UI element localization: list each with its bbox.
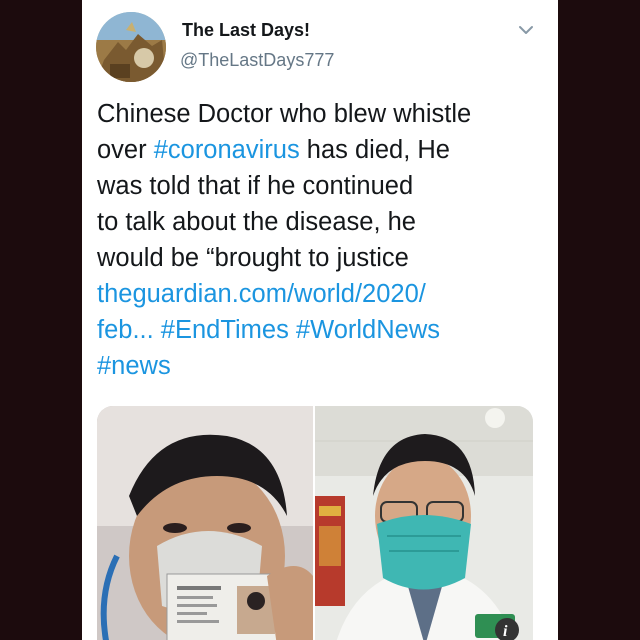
hashtag-link[interactable]: #EndTimes bbox=[161, 316, 289, 344]
photo-doctor-hospital-bed[interactable] bbox=[97, 406, 313, 640]
hashtag-link[interactable]: #news bbox=[97, 352, 171, 380]
tweet-text-line: #news bbox=[97, 348, 547, 384]
tweet-text-line: was told that if he continued bbox=[97, 168, 547, 204]
tweet-text-line: over #coronavirus has died, He bbox=[97, 132, 547, 168]
tweet-text-line: to talk about the disease, he bbox=[97, 204, 547, 240]
avatar-image bbox=[96, 12, 166, 82]
photo-doctor-mask[interactable]: i bbox=[315, 406, 533, 640]
hashtag-link[interactable]: #WorldNews bbox=[296, 316, 440, 344]
tweet-text-segment: has died, He bbox=[299, 136, 450, 164]
tweet-text-line: Chinese Doctor who blew whistle bbox=[97, 96, 547, 132]
image-frame-right bbox=[558, 0, 640, 640]
tweet-text-segment bbox=[154, 316, 161, 344]
display-name[interactable]: The Last Days! bbox=[182, 20, 310, 41]
tweet-text-line: theguardian.com/world/2020/ bbox=[97, 276, 547, 312]
tweet-card: The Last Days! @TheLastDays777 Chinese D… bbox=[82, 0, 558, 640]
tweet-text-line: would be “brought to justice bbox=[97, 240, 547, 276]
tweet-media[interactable]: i bbox=[97, 406, 533, 640]
tweet-text-segment: was told that if he continued bbox=[97, 172, 414, 200]
username-handle[interactable]: @TheLastDays777 bbox=[180, 50, 334, 71]
tweet-text-line: feb... #EndTimes #WorldNews bbox=[97, 312, 547, 348]
url-link[interactable]: theguardian.com/world/2020/ bbox=[97, 280, 426, 308]
tweet-text-segment: over bbox=[97, 136, 154, 164]
tweet-text-segment: Chinese Doctor who blew whistle bbox=[97, 100, 472, 128]
tweet-text: Chinese Doctor who blew whistle over #cor… bbox=[97, 96, 547, 384]
svg-text:i: i bbox=[503, 623, 508, 640]
url-link[interactable]: feb... bbox=[97, 316, 154, 344]
hashtag-link[interactable]: #coronavirus bbox=[154, 136, 300, 164]
avatar[interactable] bbox=[96, 12, 166, 82]
tweet-text-segment: would be “brought to justice bbox=[97, 244, 409, 272]
tweet-text-segment bbox=[289, 316, 296, 344]
image-frame-left bbox=[0, 0, 82, 640]
tweet-text-segment: to talk about the disease, he bbox=[97, 208, 416, 236]
chevron-down-icon[interactable] bbox=[514, 18, 538, 42]
